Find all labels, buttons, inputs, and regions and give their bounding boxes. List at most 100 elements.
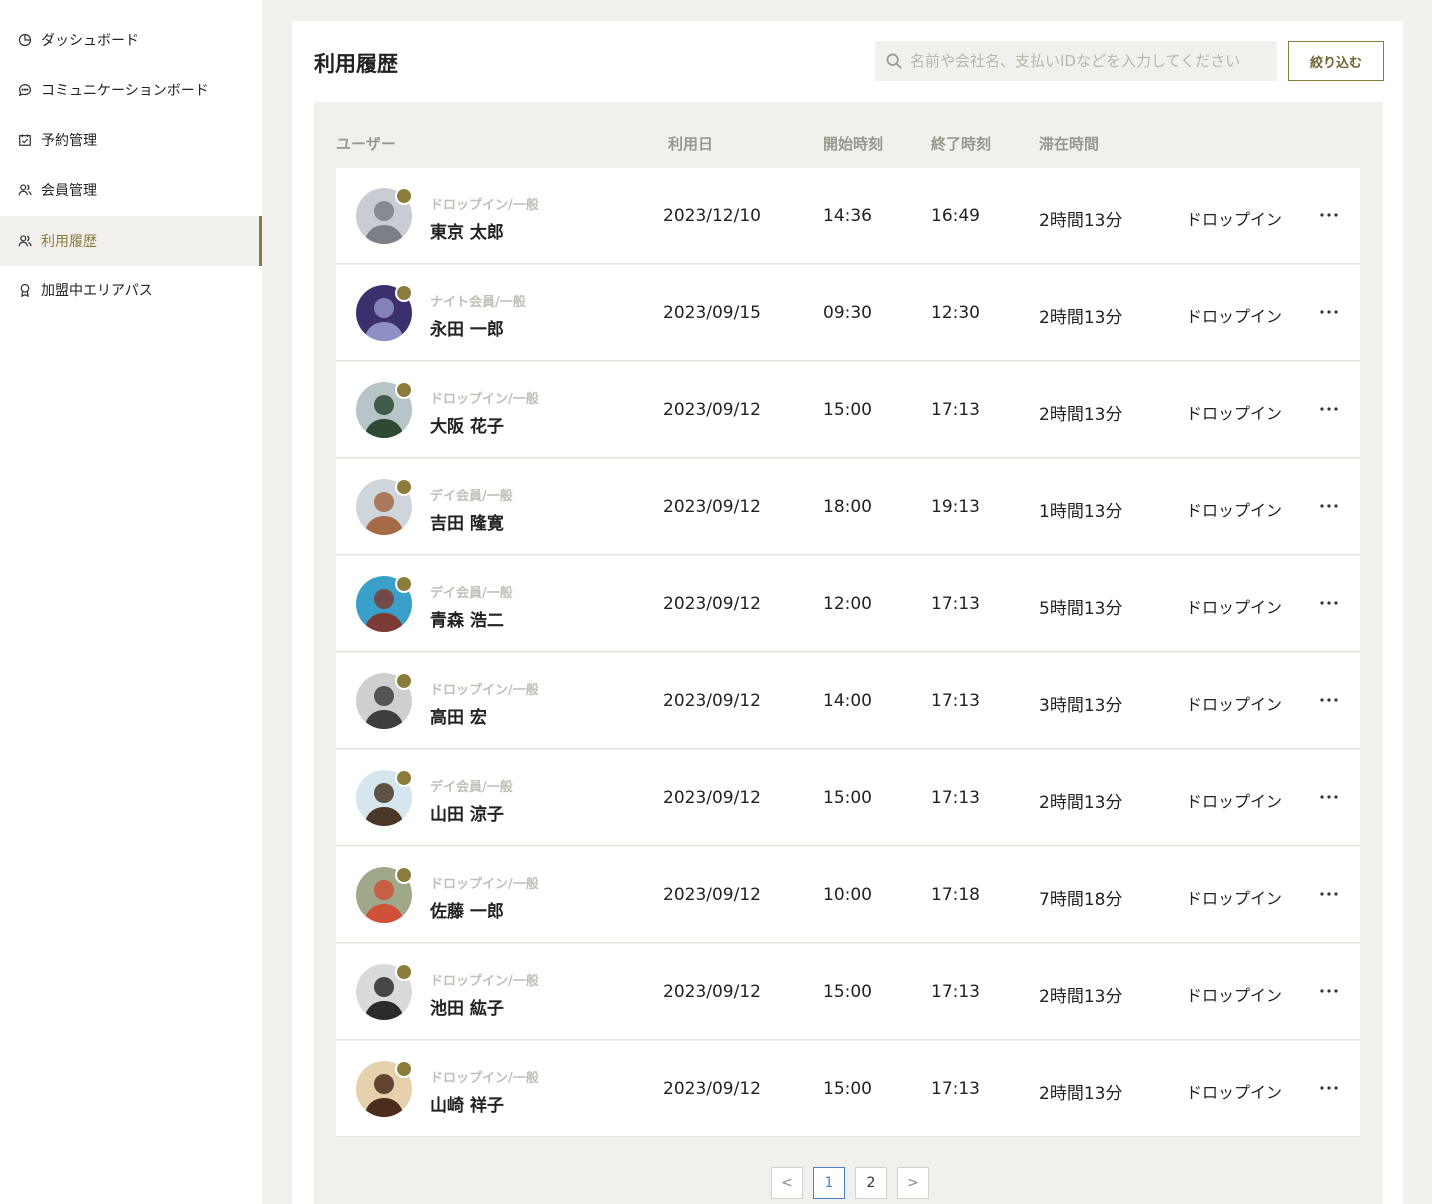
table-row[interactable]: ドロップイン/一般 東京 太郎 2023/12/10 14:36 16:49 2時間13分… bbox=[336, 168, 1360, 264]
search-icon bbox=[886, 53, 902, 69]
filter-button[interactable]: 絞り込む bbox=[1288, 41, 1384, 81]
status-dot bbox=[395, 672, 413, 690]
usage-date: 2023/09/12 bbox=[663, 400, 761, 420]
column-header-start: 開始時刻 bbox=[823, 135, 884, 153]
stay-duration: 2時間13分 bbox=[1039, 405, 1123, 425]
start-time: 14:36 bbox=[823, 206, 872, 226]
member-name[interactable]: 東京 太郎 bbox=[430, 218, 504, 243]
more-options-icon[interactable] bbox=[1318, 592, 1340, 614]
table-row[interactable]: デイ会員/一般 青森 浩二 2023/09/12 12:00 17:13 5時間13分 ドロ… bbox=[336, 556, 1360, 652]
member-name[interactable]: 山田 涼子 bbox=[430, 800, 504, 825]
sidebar-item-reservations[interactable]: 予約管理 bbox=[0, 115, 262, 165]
award-icon bbox=[18, 283, 32, 297]
usage-type: ドロップイン bbox=[1186, 501, 1283, 520]
more-options-icon[interactable] bbox=[1318, 398, 1340, 420]
page-title: 利用履歴 bbox=[314, 52, 398, 76]
prev-page-button[interactable]: < bbox=[771, 1167, 803, 1199]
start-time: 18:00 bbox=[823, 497, 872, 517]
member-name[interactable]: 青森 浩二 bbox=[430, 606, 504, 631]
sidebar-item-dashboard[interactable]: ダッシュボード bbox=[0, 15, 262, 65]
column-header-user: ユーザー bbox=[336, 135, 396, 153]
start-time: 15:00 bbox=[823, 788, 872, 808]
calendar-check-icon bbox=[18, 133, 32, 147]
sidebar-item-usage-history[interactable]: 利用履歴 bbox=[0, 216, 262, 266]
usage-type: ドロップイン bbox=[1186, 792, 1283, 811]
table-row[interactable]: ドロップイン/一般 高田 宏 2023/09/12 14:00 17:13 3時間13分 ド… bbox=[336, 653, 1360, 749]
end-time: 17:13 bbox=[931, 691, 980, 711]
next-page-button[interactable]: > bbox=[897, 1167, 929, 1199]
stay-duration: 3時間13分 bbox=[1039, 696, 1123, 716]
table-row[interactable]: ナイト会員/一般 永田 一郎 2023/09/15 09:30 12:30 2時間13分 ド… bbox=[336, 265, 1360, 361]
usage-date: 2023/09/12 bbox=[663, 982, 761, 1002]
sidebar-item-members[interactable]: 会員管理 bbox=[0, 165, 262, 215]
sidebar-item-label: ダッシュボード bbox=[41, 33, 139, 49]
page-button-1[interactable]: 1 bbox=[813, 1167, 845, 1199]
start-time: 15:00 bbox=[823, 982, 872, 1002]
more-options-icon[interactable] bbox=[1318, 495, 1340, 517]
table-row[interactable]: ドロップイン/一般 山崎 祥子 2023/09/12 15:00 17:13 2時間13分… bbox=[336, 1041, 1360, 1137]
status-dot bbox=[395, 963, 413, 981]
table-row[interactable]: デイ会員/一般 山田 涼子 2023/09/12 15:00 17:13 2時間13分 ドロ… bbox=[336, 750, 1360, 846]
member-plan: ドロップイン/一般 bbox=[430, 683, 539, 698]
column-header-date: 利用日 bbox=[668, 135, 714, 153]
member-name[interactable]: 吉田 隆寛 bbox=[430, 509, 504, 534]
users-icon bbox=[18, 183, 32, 197]
end-time: 17:18 bbox=[931, 885, 980, 905]
member-name[interactable]: 大阪 花子 bbox=[430, 412, 504, 437]
table-row[interactable]: ドロップイン/一般佐藤 一郎 2023/09/12 10:00 17:18 7時間18分… bbox=[336, 847, 1360, 943]
table-row[interactable]: ドロップイン/一般 池田 紘子 2023/09/12 15:00 17:13 2時間13分… bbox=[336, 944, 1360, 1040]
table-row[interactable]: ドロップイン/一般 大阪 花子 2023/09/12 15:00 17:13 2時間13分… bbox=[336, 362, 1360, 458]
usage-date: 2023/09/12 bbox=[663, 885, 761, 905]
more-options-icon[interactable] bbox=[1318, 301, 1340, 323]
status-dot bbox=[395, 866, 413, 884]
end-time: 12:30 bbox=[931, 303, 980, 323]
stay-duration: 2時間13分 bbox=[1039, 987, 1123, 1007]
stay-duration: 2時間13分 bbox=[1039, 793, 1123, 813]
status-dot bbox=[395, 284, 413, 302]
more-options-icon[interactable] bbox=[1318, 689, 1340, 711]
end-time: 19:13 bbox=[931, 497, 980, 517]
usage-type: ドロップイン bbox=[1186, 404, 1283, 423]
member-plan: デイ会員/一般 bbox=[430, 489, 513, 504]
more-options-icon[interactable] bbox=[1318, 1077, 1340, 1099]
stay-duration: 2時間13分 bbox=[1039, 1084, 1123, 1104]
status-dot bbox=[395, 478, 413, 496]
member-plan: ドロップイン/一般 bbox=[430, 392, 539, 407]
search-input[interactable] bbox=[910, 52, 1270, 70]
status-dot bbox=[395, 187, 413, 205]
member-name[interactable]: 池田 紘子 bbox=[430, 994, 504, 1019]
status-dot bbox=[395, 1060, 413, 1078]
page-button-2[interactable]: 2 bbox=[855, 1167, 887, 1199]
sidebar-item-communication-board[interactable]: コミュニケーションボード bbox=[0, 65, 262, 115]
member-plan: ドロップイン/一般 bbox=[430, 877, 539, 892]
chat-bubble-icon bbox=[18, 83, 32, 97]
table-row[interactable]: デイ会員/一般 吉田 隆寛 2023/09/12 18:00 19:13 1時間13分 ドロ… bbox=[336, 459, 1360, 555]
start-time: 10:00 bbox=[823, 885, 872, 905]
sidebar-item-label: 会員管理 bbox=[41, 183, 97, 199]
member-plan: ドロップイン/一般 bbox=[430, 1071, 539, 1086]
more-options-icon[interactable] bbox=[1318, 980, 1340, 1002]
member-plan: デイ会員/一般 bbox=[430, 586, 513, 601]
search-box[interactable] bbox=[875, 41, 1277, 81]
end-time: 17:13 bbox=[931, 594, 980, 614]
start-time: 12:00 bbox=[823, 594, 872, 614]
sidebar-item-area-pass[interactable]: 加盟中エリアパス bbox=[0, 265, 262, 315]
sidebar-item-label: 利用履歴 bbox=[41, 234, 97, 250]
member-name[interactable]: 高田 宏 bbox=[430, 703, 487, 728]
stay-duration: 7時間18分 bbox=[1039, 890, 1123, 910]
usage-type: ドロップイン bbox=[1186, 986, 1283, 1005]
member-name[interactable]: 山崎 祥子 bbox=[430, 1091, 504, 1116]
sidebar: ダッシュボード コミュニケーションボード 予約管理 会員管理 利用履歴 加盟中エ… bbox=[0, 0, 262, 1204]
member-plan: ドロップイン/一般 bbox=[430, 198, 539, 213]
status-dot bbox=[395, 769, 413, 787]
more-options-icon[interactable] bbox=[1318, 786, 1340, 808]
member-name[interactable]: 佐藤 一郎 bbox=[430, 897, 504, 922]
more-options-icon[interactable] bbox=[1318, 204, 1340, 226]
column-header-end: 終了時刻 bbox=[931, 135, 992, 153]
more-options-icon[interactable] bbox=[1318, 883, 1340, 905]
end-time: 16:49 bbox=[931, 206, 980, 226]
end-time: 17:13 bbox=[931, 982, 980, 1002]
column-header-duration: 滞在時間 bbox=[1039, 135, 1100, 153]
stay-duration: 5時間13分 bbox=[1039, 599, 1123, 619]
member-name[interactable]: 永田 一郎 bbox=[430, 315, 504, 340]
